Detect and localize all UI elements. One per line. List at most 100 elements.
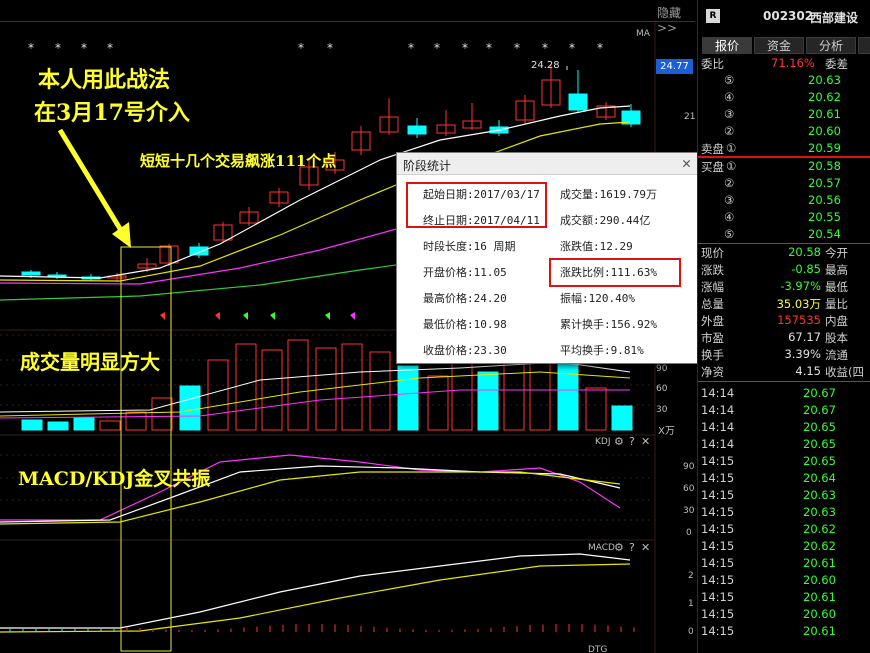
dialog-title: 阶段统计 <box>403 159 452 173</box>
kdj-settings-icon[interactable]: ⚙ <box>614 435 624 448</box>
buy-level-row[interactable]: 买盘 ① 20.58 <box>698 158 870 175</box>
hide-button[interactable]: 隐藏>> <box>657 4 695 35</box>
sell-level-row[interactable]: ③ 20.61 <box>698 106 870 123</box>
tick-price: 20.64 <box>803 471 836 485</box>
weibi-label: 委比 <box>701 57 724 71</box>
kdj-close-icon[interactable]: ✕ <box>641 435 650 448</box>
macd-line <box>0 553 631 629</box>
stat-value: 3.39% <box>784 347 821 361</box>
stat-label: 涨跌 <box>701 263 724 277</box>
level-number: ② <box>724 176 735 190</box>
sell-level-row[interactable]: ⑤ 20.63 <box>698 72 870 89</box>
star-marker: * <box>542 41 548 55</box>
tick-row: 14:15 20.61 <box>698 623 870 640</box>
crossover-annotation: MACD/KDJ金叉共振 <box>18 468 211 490</box>
tick-row: 14:15 20.63 <box>698 487 870 504</box>
star-marker: * <box>434 41 440 55</box>
stat-label2: 量比 <box>825 297 848 311</box>
volume-ma-line <box>0 371 631 417</box>
tick-row: 14:15 20.60 <box>698 572 870 589</box>
stat-label2: 收益(四 <box>825 365 864 379</box>
quote-panel: R 002302 西部建设 报价 资金 分析 委比 71.16% 委差 ⑤ 20.… <box>697 0 870 653</box>
tick-row: 14:15 20.62 <box>698 538 870 555</box>
macd-line <box>0 563 631 633</box>
macd-tick: 0 <box>688 627 694 637</box>
level-number: ① <box>726 141 737 155</box>
tick-row: 14:15 20.60 <box>698 606 870 623</box>
level-number: ① <box>726 159 737 173</box>
stat-label: 总量 <box>701 297 724 311</box>
sell-level-row[interactable]: ④ 20.62 <box>698 89 870 106</box>
stat-right: 涨跌值:12.29 <box>560 240 633 253</box>
tick-price: 20.67 <box>803 403 836 417</box>
volume-bar <box>503 361 525 431</box>
stat-value: 157535 <box>777 313 821 327</box>
tick-time: 14:14 <box>701 420 735 434</box>
stock-name: 西部建设 <box>810 11 859 25</box>
signal-arrow <box>243 312 248 320</box>
stat-label2: 最低 <box>825 280 848 294</box>
tick-price: 20.62 <box>803 522 836 536</box>
volume-bar <box>73 417 95 431</box>
macd-tick: 1 <box>688 599 694 609</box>
volume-unit: X万 <box>658 426 675 437</box>
macd-close-icon[interactable]: ✕ <box>641 541 650 554</box>
stat-left: 收盘价格:23.30 <box>423 344 507 357</box>
buy-level-row[interactable]: ③ 20.56 <box>698 192 870 209</box>
star-marker: * <box>462 41 468 55</box>
sell-level-row[interactable]: ② 20.60 <box>698 123 870 140</box>
tick-price: 20.65 <box>803 437 836 451</box>
stat-label: 换手 <box>701 348 724 362</box>
tick-price: 20.61 <box>803 624 836 638</box>
macd-settings-icon[interactable]: ⚙ <box>614 541 624 554</box>
tab-analysis[interactable]: 分析 <box>806 37 856 54</box>
volume-tick: 60 <box>656 384 668 394</box>
tab-quote[interactable]: 报价 <box>702 37 752 54</box>
stat-row: 涨跌 -0.85 最高 <box>698 261 870 278</box>
signal-arrow <box>160 312 165 320</box>
stat-left: 时段长度:16 周期 <box>423 240 516 253</box>
buy-price: 20.57 <box>808 176 841 190</box>
stat-label2: 最高 <box>825 263 848 277</box>
next-indicator-label: DTG <box>588 645 608 653</box>
star-marker: * <box>55 41 61 55</box>
buy-level-row[interactable]: ④ 20.55 <box>698 209 870 226</box>
volume-bar <box>21 419 43 431</box>
volume-bar <box>557 353 579 431</box>
stat-row: 外盘 157535 内盘 <box>698 312 870 329</box>
tick-price: 20.61 <box>803 590 836 604</box>
strategy-annotation-line1: 本人用此战法 <box>38 67 171 93</box>
tick-row: 14:14 20.65 <box>698 436 870 453</box>
chart-top-bar <box>0 0 695 22</box>
candle <box>407 125 427 135</box>
tab-funds[interactable]: 资金 <box>754 37 804 54</box>
tick-price: 20.65 <box>803 420 836 434</box>
stat-value: 35.03万 <box>776 297 821 311</box>
weibi-row: 委比 71.16% 委差 <box>698 55 870 72</box>
signal-arrow <box>215 312 220 320</box>
stat-right: 累计换手:156.92% <box>560 318 657 331</box>
stat-right: 成交量:1619.79万 <box>560 188 657 201</box>
buy-level-row[interactable]: ② 20.57 <box>698 175 870 192</box>
ma-label: MA <box>636 29 650 39</box>
tab-more[interactable] <box>858 37 870 54</box>
tick-time: 14:15 <box>701 624 735 638</box>
stat-label: 外盘 <box>701 314 724 328</box>
kdj-label: KDJ <box>595 437 611 447</box>
tick-time: 14:15 <box>701 522 735 536</box>
volume-bar <box>235 343 257 431</box>
buy-price: 20.55 <box>808 210 841 224</box>
signal-arrow <box>270 312 275 320</box>
dialog-close-icon[interactable]: ✕ <box>682 154 691 172</box>
volume-bar <box>287 339 309 431</box>
stage-statistics-dialog[interactable]: 阶段统计 ✕ 起始日期:2017/03/17 成交量:1619.79万 终止日期:2… <box>396 152 700 364</box>
kdj-help-icon[interactable]: ? <box>629 435 635 448</box>
star-marker: * <box>107 41 113 55</box>
buy-level-row[interactable]: ⑤ 20.54 <box>698 226 870 243</box>
tick-row: 14:15 20.62 <box>698 521 870 538</box>
volume-bar <box>611 405 633 431</box>
macd-help-icon[interactable]: ? <box>629 541 635 554</box>
tick-row: 14:14 20.65 <box>698 419 870 436</box>
sell-level-row[interactable]: 卖盘 ① 20.59 <box>698 140 870 157</box>
rise-annotation: 短短十几个交易飙涨111个点 <box>140 152 337 170</box>
